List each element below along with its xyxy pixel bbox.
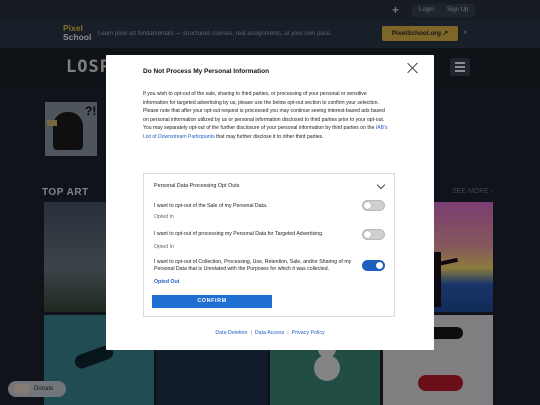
confirm-button[interactable]: CONFIRM (152, 295, 272, 308)
option-label-sale: I want to opt-out of the Sale of my Pers… (154, 203, 268, 209)
dialog-footer-links: Data Deletion | Data Access | Privacy Policy (106, 330, 434, 336)
privacy-dialog: Do Not Process My Personal Information I… (106, 55, 434, 350)
option-status-collection: Opted Out (154, 279, 180, 285)
option-label-advertising: I want to opt-out of processing my Perso… (154, 231, 324, 237)
data-deletion-link[interactable]: Data Deletion (212, 330, 250, 336)
description-text: If you wish to opt-out of the sale, shar… (143, 91, 385, 132)
option-status-advertising: Opted In (154, 244, 174, 250)
close-icon[interactable] (406, 61, 420, 75)
data-access-link[interactable]: Data Access (252, 330, 287, 336)
chevron-down-icon[interactable] (376, 180, 386, 190)
toggle-sale[interactable] (362, 200, 385, 211)
toggle-advertising[interactable] (362, 229, 385, 240)
toggle-collection[interactable] (362, 260, 385, 271)
option-status-sale: Opted In (154, 214, 174, 220)
description-tail: that may further disclose it to other th… (214, 133, 324, 140)
opt-out-panel: Personal Data Processing Opt Outs I want… (143, 173, 395, 317)
dialog-title: Do Not Process My Personal Information (143, 68, 270, 75)
panel-header[interactable]: Personal Data Processing Opt Outs (154, 183, 239, 189)
dialog-description: If you wish to opt-out of the sale, shar… (143, 90, 390, 142)
privacy-policy-link[interactable]: Privacy Policy (289, 330, 328, 336)
option-label-collection: I want to opt-out of Collection, Process… (154, 259, 352, 272)
